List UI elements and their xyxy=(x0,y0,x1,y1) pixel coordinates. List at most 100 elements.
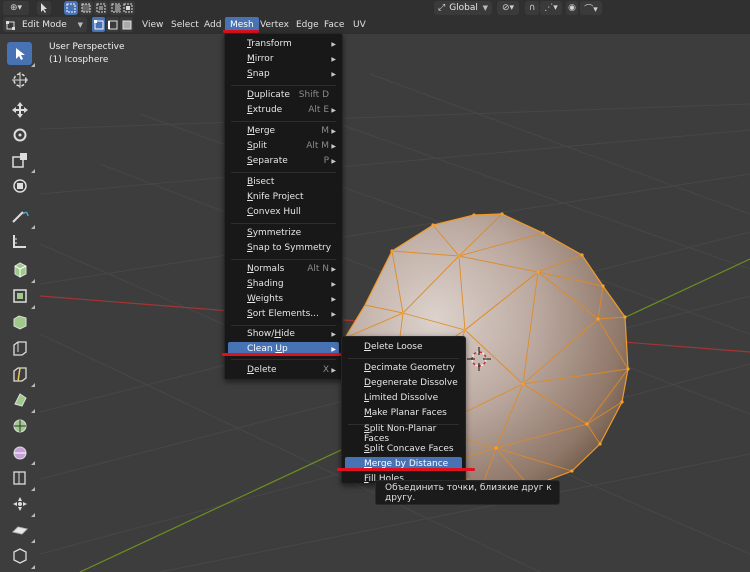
menu-item-make-planar-faces[interactable]: Make Planar Faces xyxy=(345,406,462,420)
loop-cut-tool[interactable] xyxy=(7,362,35,387)
measure-icon xyxy=(12,234,26,248)
face-select-button[interactable] xyxy=(120,17,133,32)
menu-separator xyxy=(231,223,336,224)
move-tool[interactable] xyxy=(7,98,32,121)
menu-face[interactable]: Face xyxy=(319,17,349,33)
menu-item-extrude[interactable]: Extrude Alt E ▶ xyxy=(228,103,339,117)
select-subtract-button[interactable] xyxy=(94,1,108,15)
menu-item-label: Shading xyxy=(247,279,284,289)
menu-item-shading[interactable]: Shading ▶ xyxy=(228,277,339,291)
poly-build-tool[interactable] xyxy=(7,414,32,437)
transform-orientation-select[interactable]: ⤢ Global ▼ xyxy=(434,1,492,15)
shrink-fatten-tool[interactable] xyxy=(7,518,35,543)
scale-icon xyxy=(11,152,27,168)
face-select-icon xyxy=(122,20,131,29)
menu-item-knife-project[interactable]: Knife Project xyxy=(228,190,339,204)
menu-item-limited-dissolve[interactable]: Limited Dissolve xyxy=(345,391,462,405)
menu-item-transform[interactable]: Transform ▶ xyxy=(228,37,339,51)
menu-item-split-non-planar-faces[interactable]: Split Non-Planar Faces xyxy=(345,424,462,444)
menu-item-mirror[interactable]: Mirror ▶ xyxy=(228,52,339,66)
select-new-button[interactable] xyxy=(64,1,78,15)
menu-item-label: Mirror xyxy=(247,54,274,64)
menu-uv[interactable]: UV xyxy=(348,17,371,33)
shrink-fatten-icon xyxy=(11,525,28,535)
menu-item-delete[interactable]: Delete X ▶ xyxy=(228,363,339,377)
menu-item-show-hide[interactable]: Show/Hide ▶ xyxy=(228,327,339,341)
spin-icon xyxy=(13,446,26,459)
knife-tool[interactable] xyxy=(7,388,35,413)
menu-item-duplicate[interactable]: Duplicate Shift D xyxy=(228,88,339,102)
transform-tool[interactable] xyxy=(7,174,32,197)
rotate-tool[interactable] xyxy=(7,123,32,146)
menu-item-snap[interactable]: Snap ▶ xyxy=(228,67,339,81)
edge-slide-icon xyxy=(12,496,27,511)
vertex-select-button[interactable] xyxy=(92,17,105,32)
menu-item-separate[interactable]: Separate P ▶ xyxy=(228,154,339,168)
edge-select-button[interactable] xyxy=(106,17,119,32)
menu-item-delete-loose[interactable]: Delete Loose xyxy=(345,340,462,354)
menu-item-snap-to-symmetry[interactable]: Snap to Symmetry xyxy=(228,241,339,255)
menu-item-split-concave-faces[interactable]: Split Concave Faces xyxy=(345,442,462,456)
editor-type-icon: ⊕▾ xyxy=(9,3,23,13)
extrude-region-tool[interactable] xyxy=(7,284,35,309)
menu-item-label: Delete xyxy=(247,365,277,375)
bevel-icon xyxy=(12,340,27,356)
snap-toggle[interactable]: ∩ xyxy=(525,1,539,15)
proportional-falloff-select[interactable]: ⌒▾ xyxy=(580,1,602,15)
scale-tool[interactable] xyxy=(7,148,35,173)
edge-select-icon xyxy=(107,20,117,29)
menu-separator xyxy=(231,259,336,260)
menu-view[interactable]: View xyxy=(137,17,168,33)
menu-item-split[interactable]: Split Alt M ▶ xyxy=(228,139,339,153)
bevel-tool[interactable] xyxy=(7,336,32,359)
menu-item-degenerate-dissolve[interactable]: Degenerate Dissolve xyxy=(345,376,462,390)
move-icon xyxy=(11,101,28,118)
tooltip-text: Объединить точки, близкие друг к другу. xyxy=(385,482,552,503)
menu-item-label: Separate xyxy=(247,156,288,166)
select-tool-toggle[interactable] xyxy=(37,1,51,15)
edge-slide-tool[interactable] xyxy=(7,492,35,517)
menu-vertex[interactable]: Vertex xyxy=(255,17,294,33)
snap-target-select[interactable]: ⋰▾ xyxy=(540,1,562,15)
mode-select[interactable]: Edit Mode ▼ xyxy=(3,17,87,32)
rip-region-tool[interactable] xyxy=(7,544,35,569)
viewport-header: ⊕▾ ⤢ Global ▼ ⊘▾ ∩ ⋰▾ ◉ ⌒▾ Edit Mode ▼ V… xyxy=(0,0,750,34)
spin-tool[interactable] xyxy=(7,440,35,465)
inset-faces-tool[interactable] xyxy=(7,310,32,333)
editor-type-button[interactable]: ⊕▾ xyxy=(3,1,29,15)
select-box-tool[interactable] xyxy=(7,42,35,67)
pivot-point-select[interactable]: ⊘▾ xyxy=(497,1,519,15)
select-intersect-button[interactable] xyxy=(121,1,135,15)
submenu-arrow-icon: ▶ xyxy=(331,157,336,165)
menu-item-normals[interactable]: Normals Alt N ▶ xyxy=(228,262,339,276)
add-cube-icon xyxy=(14,261,26,278)
submenu-arrow-icon: ▶ xyxy=(331,70,336,78)
menu-item-merge[interactable]: Merge M ▶ xyxy=(228,124,339,138)
menu-item-bisect[interactable]: Bisect xyxy=(228,175,339,189)
select-box-extend-icon xyxy=(81,3,91,13)
proportional-edit-icon: ◉ xyxy=(568,3,576,13)
menu-item-label: Degenerate Dissolve xyxy=(364,378,458,388)
shortcut-label: P xyxy=(323,156,329,166)
select-extend-button[interactable] xyxy=(79,1,93,15)
smooth-tool[interactable] xyxy=(7,466,35,491)
cursor-tool[interactable] xyxy=(7,68,32,91)
menu-item-symmetrize[interactable]: Symmetrize xyxy=(228,226,339,240)
add-cube-tool[interactable] xyxy=(7,258,35,283)
menu-item-weights[interactable]: Weights ▶ xyxy=(228,292,339,306)
menu-item-sort-elements[interactable]: Sort Elements... ▶ xyxy=(228,307,339,321)
submenu-arrow-icon: ▶ xyxy=(331,55,336,63)
submenu-arrow-icon: ▶ xyxy=(331,280,336,288)
proportional-edit-toggle[interactable]: ◉ xyxy=(566,1,578,15)
shortcut-label: Alt N xyxy=(307,264,329,274)
tooltip: Объединить точки, близкие друг к другу. xyxy=(375,480,560,505)
menu-separator xyxy=(348,358,459,359)
loop-cut-icon xyxy=(12,366,27,382)
measure-tool[interactable] xyxy=(7,229,32,252)
menu-item-decimate-geometry[interactable]: Decimate Geometry xyxy=(345,361,462,375)
annotate-tool[interactable] xyxy=(7,204,35,229)
vertex-select-icon xyxy=(93,19,103,29)
clean-up-submenu: Delete Loose Decimate Geometry Degenerat… xyxy=(341,336,466,484)
menu-item-convex-hull[interactable]: Convex Hull xyxy=(228,205,339,219)
orientation-label: Global xyxy=(449,3,478,13)
